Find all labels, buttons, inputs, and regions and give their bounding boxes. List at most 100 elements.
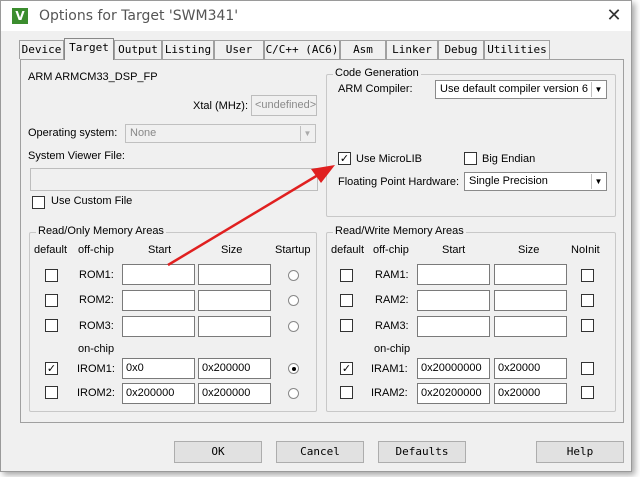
ram-header-offchip: off-chip [373, 244, 409, 256]
rom-header-offchip: off-chip [78, 244, 114, 256]
tab-target[interactable]: Target [64, 38, 114, 60]
keil-app-icon: V [12, 8, 28, 24]
rom2-size-input[interactable] [198, 290, 271, 311]
use-custom-file-checkbox[interactable] [32, 196, 45, 209]
iram1-label: IRAM1: [371, 363, 408, 375]
rom3-label: ROM3: [79, 320, 114, 332]
chevron-down-icon: ▼ [300, 126, 314, 141]
big-endian-checkbox[interactable] [464, 152, 477, 165]
ram1-label: RAM1: [375, 269, 409, 281]
window-title: Options for Target 'SWM341' [39, 8, 239, 24]
rom1-default-checkbox[interactable] [45, 269, 58, 282]
xtal-input[interactable]: <undefined> [251, 95, 317, 116]
ram2-default-checkbox[interactable] [340, 294, 353, 307]
rom1-size-input[interactable] [198, 264, 271, 285]
iram2-size-input[interactable]: 0x20000 [494, 383, 567, 404]
code-generation-legend: Code Generation [333, 67, 421, 79]
compiler-select[interactable]: Use default compiler version 6 ▼ [435, 80, 607, 99]
tab-utilities[interactable]: Utilities [484, 40, 550, 59]
iram1-default-checkbox[interactable]: ✓ [340, 362, 353, 375]
rom2-default-checkbox[interactable] [45, 294, 58, 307]
ram1-default-checkbox[interactable] [340, 269, 353, 282]
checkmark-icon: ✓ [341, 362, 352, 375]
rom-header-default: default [34, 244, 68, 256]
iram2-label: IRAM2: [371, 387, 408, 399]
irom2-startup-radio[interactable] [288, 388, 299, 399]
ram3-default-checkbox[interactable] [340, 319, 353, 332]
ram3-start-input[interactable] [417, 316, 490, 337]
fph-select[interactable]: Single Precision ▼ [464, 172, 607, 191]
cancel-button[interactable]: Cancel [276, 441, 364, 463]
rom1-start-input[interactable] [122, 264, 195, 285]
ram1-noinit-checkbox[interactable] [581, 269, 594, 282]
rom2-start-input[interactable] [122, 290, 195, 311]
irom1-label: IROM1: [77, 363, 115, 375]
device-name: ARM ARMCM33_DSP_FP [28, 71, 158, 83]
chevron-down-icon: ▼ [591, 174, 605, 189]
use-microlib-checkbox[interactable]: ✓ [338, 152, 351, 165]
ram2-start-input[interactable] [417, 290, 490, 311]
checkmark-icon: ✓ [46, 362, 57, 375]
os-label: Operating system: [28, 127, 118, 139]
rom2-label: ROM2: [79, 294, 114, 306]
irom1-start-input[interactable]: 0x0 [122, 358, 195, 379]
compiler-label: ARM Compiler: [338, 83, 413, 95]
irom1-startup-radio[interactable] [288, 363, 299, 374]
checkmark-icon: ✓ [339, 152, 350, 165]
rom2-startup-radio[interactable] [288, 295, 299, 306]
rom3-default-checkbox[interactable] [45, 319, 58, 332]
rom-areas-legend: Read/Only Memory Areas [36, 225, 166, 237]
irom2-size-input[interactable]: 0x200000 [198, 383, 271, 404]
irom2-label: IROM2: [77, 387, 115, 399]
ram-header-start: Start [442, 244, 466, 256]
ram2-label: RAM2: [375, 294, 409, 306]
title-bar: V Options for Target 'SWM341' ✕ [1, 1, 631, 31]
ram1-size-input[interactable] [494, 264, 567, 285]
ram2-noinit-checkbox[interactable] [581, 294, 594, 307]
ok-button[interactable]: OK [174, 441, 262, 463]
sysview-input[interactable] [30, 168, 318, 191]
tab-debug[interactable]: Debug [438, 40, 484, 59]
irom1-default-checkbox[interactable]: ✓ [45, 362, 58, 375]
os-select-value: None [130, 127, 157, 139]
ram-header-noinit: NoInit [571, 244, 600, 256]
ram1-start-input[interactable] [417, 264, 490, 285]
big-endian-label: Big Endian [482, 153, 536, 165]
ram-header-default: default [331, 244, 365, 256]
ram3-noinit-checkbox[interactable] [581, 319, 594, 332]
rom-header-size: Size [221, 244, 243, 256]
iram1-noinit-checkbox[interactable] [581, 362, 594, 375]
ram-header-size: Size [518, 244, 540, 256]
tab-user[interactable]: User [214, 40, 264, 59]
tab-linker[interactable]: Linker [386, 40, 438, 59]
iram2-start-input[interactable]: 0x20200000 [417, 383, 490, 404]
close-button[interactable]: ✕ [597, 2, 631, 30]
iram2-default-checkbox[interactable] [340, 386, 353, 399]
rom3-size-input[interactable] [198, 316, 271, 337]
ram-onchip-label: on-chip [374, 343, 411, 355]
irom1-size-input[interactable]: 0x200000 [198, 358, 271, 379]
use-custom-file-label: Use Custom File [51, 195, 133, 207]
ram2-size-input[interactable] [494, 290, 567, 311]
tab-asm[interactable]: Asm [340, 40, 386, 59]
sysview-label: System Viewer File: [28, 150, 125, 162]
iram2-noinit-checkbox[interactable] [581, 386, 594, 399]
xtal-label: Xtal (MHz): [193, 100, 248, 112]
os-select[interactable]: None ▼ [125, 124, 316, 143]
ram3-size-input[interactable] [494, 316, 567, 337]
ram3-label: RAM3: [375, 320, 409, 332]
chevron-down-icon: ▼ [591, 82, 605, 97]
iram1-start-input[interactable]: 0x20000000 [417, 358, 490, 379]
iram1-size-input[interactable]: 0x20000 [494, 358, 567, 379]
irom2-start-input[interactable]: 0x200000 [122, 383, 195, 404]
tab-listing[interactable]: Listing [162, 40, 214, 59]
tab-output[interactable]: Output [114, 40, 162, 59]
defaults-button[interactable]: Defaults [378, 441, 466, 463]
rom1-startup-radio[interactable] [288, 270, 299, 281]
rom3-start-input[interactable] [122, 316, 195, 337]
rom3-startup-radio[interactable] [288, 321, 299, 332]
tab-device[interactable]: Device [19, 40, 64, 59]
irom2-default-checkbox[interactable] [45, 386, 58, 399]
help-button[interactable]: Help [536, 441, 624, 463]
tab-c-cpp[interactable]: C/C++ (AC6) [264, 40, 340, 59]
